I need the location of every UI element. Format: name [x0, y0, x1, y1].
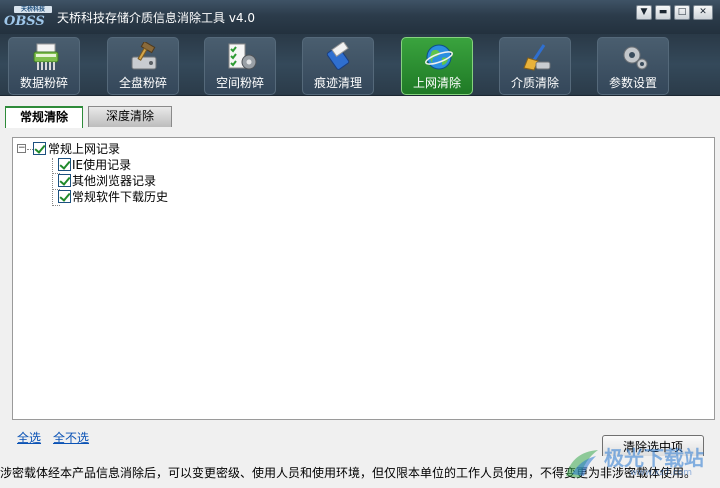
- tab-normal-clean[interactable]: 常规清除: [5, 106, 83, 128]
- broom-icon: [523, 44, 551, 71]
- tool-trace-clean[interactable]: 痕迹清理: [302, 37, 374, 95]
- tool-settings[interactable]: 参数设置: [597, 37, 669, 95]
- tool-label: 数据粉碎: [19, 76, 68, 90]
- tree-item-label: IE使用记录: [72, 158, 132, 172]
- tree-connector: [52, 205, 60, 206]
- globe-icon: [425, 44, 453, 70]
- select-none-link[interactable]: 全不选: [53, 429, 89, 446]
- tree-item-label: 常规软件下载历史: [72, 190, 169, 204]
- logo-word: OBSS: [4, 14, 45, 29]
- status-bar: 涉密载体经本产品信息消除后，可以变更密级、使用人员和使用环境，但仅限本单位的工作…: [0, 456, 720, 488]
- minimize-button[interactable]: ▬: [655, 5, 671, 20]
- tool-label: 痕迹清理: [313, 76, 362, 90]
- tree-root-label: 常规上网记录: [48, 142, 121, 156]
- item-checkbox[interactable]: [58, 190, 71, 203]
- maximize-button[interactable]: □: [674, 5, 690, 20]
- collapse-icon[interactable]: −: [17, 144, 26, 153]
- tree-item-label: 其他浏览器记录: [72, 174, 157, 188]
- item-checkbox[interactable]: [58, 158, 71, 171]
- item-checkbox[interactable]: [58, 174, 71, 187]
- record-tree: − 常规上网记录 IE使用记录 其他浏览器记录 常规软件下载历史: [12, 137, 715, 420]
- close-button[interactable]: ✕: [693, 5, 713, 20]
- main-toolbar: 数据粉碎 全盘粉碎 空间粉碎 痕迹清理 上网清除 介质清除 参数设置: [0, 34, 720, 96]
- root-checkbox[interactable]: [33, 142, 46, 155]
- tool-label: 空间粉碎: [215, 76, 264, 90]
- eraser-icon: [326, 42, 350, 70]
- gear-icon: [623, 46, 648, 70]
- tool-space-shred[interactable]: 空间粉碎: [204, 37, 276, 95]
- window-title: 天桥科技存储介质信息消除工具 v4.0: [57, 11, 256, 25]
- tool-internet-clean[interactable]: 上网清除: [401, 37, 473, 95]
- tree-connector: [52, 158, 53, 206]
- tab-deep-clean[interactable]: 深度清除: [88, 106, 172, 127]
- select-all-link[interactable]: 全选: [17, 429, 41, 446]
- shredder-icon: [33, 43, 59, 70]
- tool-full-disk-shred[interactable]: 全盘粉碎: [107, 37, 179, 95]
- clean-panel: − 常规上网记录 IE使用记录 其他浏览器记录 常规软件下载历史: [5, 129, 715, 429]
- tool-label: 介质清除: [510, 76, 559, 90]
- app-logo: 天桥科技 OBSS: [4, 6, 54, 29]
- checklist-gear-icon: [228, 43, 257, 70]
- logo-top-text: 天桥科技: [14, 6, 52, 13]
- tab-strip: 常规清除 深度清除: [0, 97, 720, 129]
- tool-label: 参数设置: [608, 76, 657, 90]
- tool-label: 全盘粉碎: [118, 76, 167, 90]
- tool-label: 上网清除: [412, 76, 461, 90]
- disk-hammer-icon: [131, 42, 157, 70]
- status-text: 涉密载体经本产品信息消除后，可以变更密级、使用人员和使用环境，但仅限本单位的工作…: [0, 466, 697, 480]
- menu-dropdown-button[interactable]: ▼: [636, 5, 652, 20]
- tool-media-clean[interactable]: 介质清除: [499, 37, 571, 95]
- tool-data-shred[interactable]: 数据粉碎: [8, 37, 80, 95]
- title-bar: 天桥科技 OBSS 天桥科技存储介质信息消除工具 v4.0 ▼ ▬ □ ✕: [0, 0, 720, 34]
